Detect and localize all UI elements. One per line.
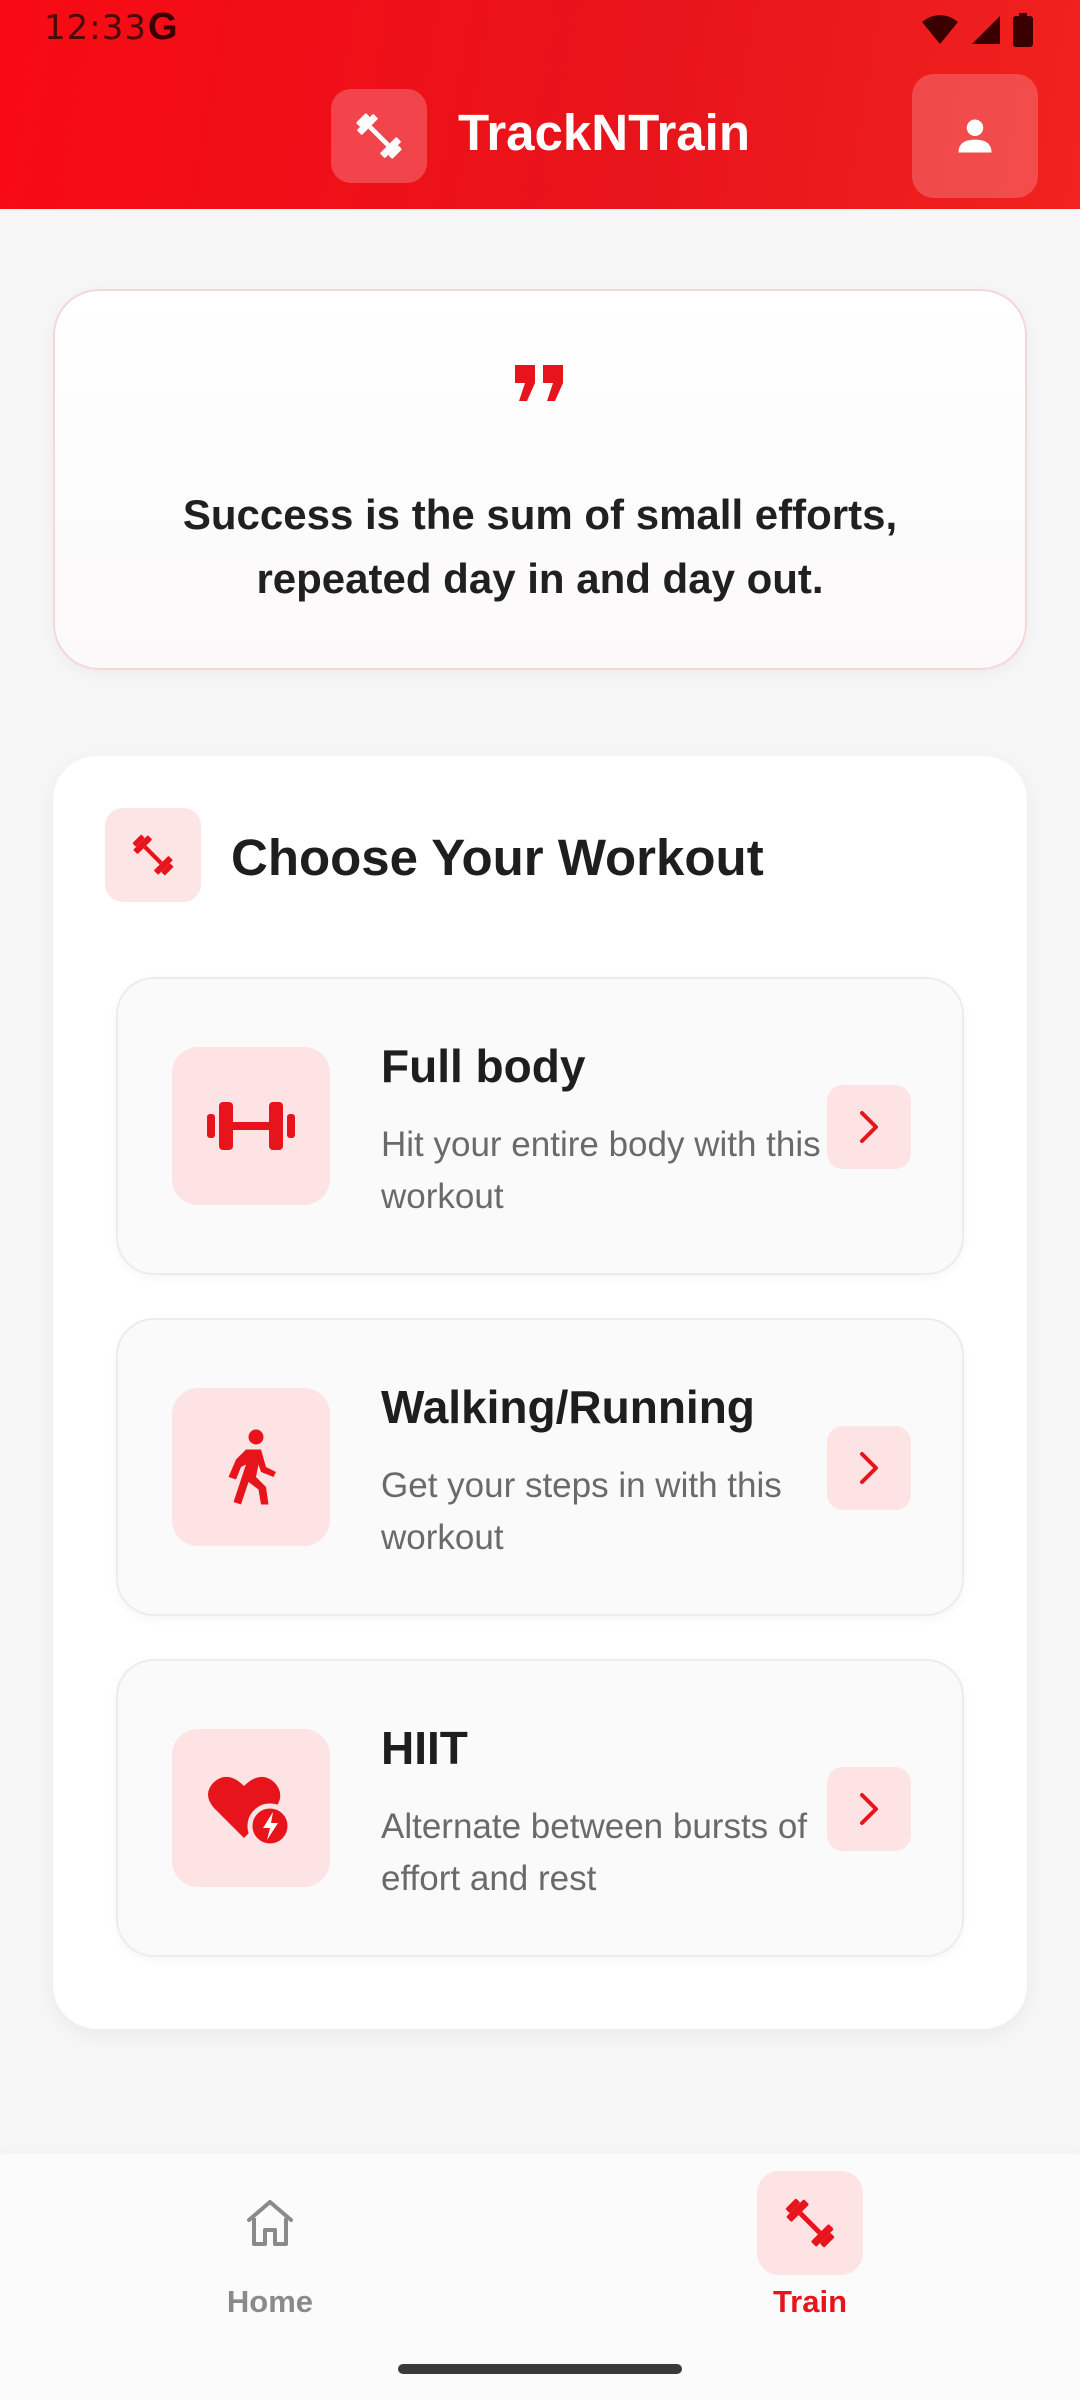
workout-title: HIIT	[381, 1722, 468, 1774]
chevron-right-icon	[860, 1452, 878, 1484]
battery-icon	[1013, 13, 1033, 47]
home-icon	[247, 2200, 293, 2246]
nav-label: Train	[772, 2284, 848, 2319]
workout-card-hiit[interactable]: HIIT Alternate between bursts of effort …	[116, 1659, 964, 1957]
open-workout-button[interactable]	[827, 1426, 911, 1510]
quote-icon	[515, 365, 563, 401]
nav-icon-wrap	[757, 2171, 863, 2275]
google-icon: G	[148, 6, 178, 48]
workout-section: Choose Your Workout Full body Hit your e…	[53, 756, 1027, 2029]
chevron-right-icon	[860, 1793, 878, 1825]
workout-card-walking-running[interactable]: Walking/Running Get your steps in with t…	[116, 1318, 964, 1616]
open-workout-button[interactable]	[827, 1767, 911, 1851]
dumbbell-icon	[785, 2198, 835, 2248]
dumbbell-icon	[132, 834, 174, 876]
app-title: TrackNTrain	[458, 104, 750, 161]
nav-label: Home	[226, 2284, 314, 2319]
status-bar: 12:33 G	[0, 0, 1080, 60]
workout-title: Walking/Running	[381, 1381, 755, 1433]
workout-icon-wrap	[172, 1047, 330, 1205]
status-icons	[920, 12, 1034, 48]
heart-bolt-icon	[208, 1776, 293, 1848]
quote-icon-wrap	[55, 363, 1025, 408]
workout-description: Get your steps in with this workout	[381, 1466, 782, 1557]
status-time: 12:33	[44, 8, 147, 48]
app-header: 12:33 G TrackNTrain	[0, 0, 1080, 209]
nav-item-home[interactable]: Home	[0, 2154, 540, 2354]
fitness-center-icon	[207, 1102, 295, 1150]
walking-person-icon	[228, 1429, 276, 1505]
person-icon	[958, 119, 992, 153]
workout-description: Hit your entire body with this workout	[381, 1125, 821, 1216]
app-logo	[331, 89, 427, 183]
gesture-bar[interactable]	[398, 2364, 682, 2374]
workout-title: Full body	[381, 1040, 586, 1092]
signal-icon	[972, 16, 1000, 44]
chevron-right-icon	[860, 1111, 878, 1143]
profile-button[interactable]	[912, 74, 1038, 198]
workout-card-full-body[interactable]: Full body Hit your entire body with this…	[116, 977, 964, 1275]
section-title: Choose Your Workout	[231, 829, 764, 886]
section-icon	[105, 808, 201, 902]
nav-item-train[interactable]: Train	[540, 2154, 1080, 2354]
nav-icon-wrap	[217, 2171, 323, 2275]
workout-icon-wrap	[172, 1388, 330, 1546]
quote-text: Success is the sum of small efforts, rep…	[182, 491, 898, 602]
workout-description: Alternate between bursts of effort and r…	[381, 1807, 808, 1898]
wifi-icon	[922, 15, 958, 44]
quote-card: Success is the sum of small efforts, rep…	[53, 289, 1027, 670]
open-workout-button[interactable]	[827, 1085, 911, 1169]
dumbbell-icon	[356, 113, 402, 159]
workout-icon-wrap	[172, 1729, 330, 1887]
